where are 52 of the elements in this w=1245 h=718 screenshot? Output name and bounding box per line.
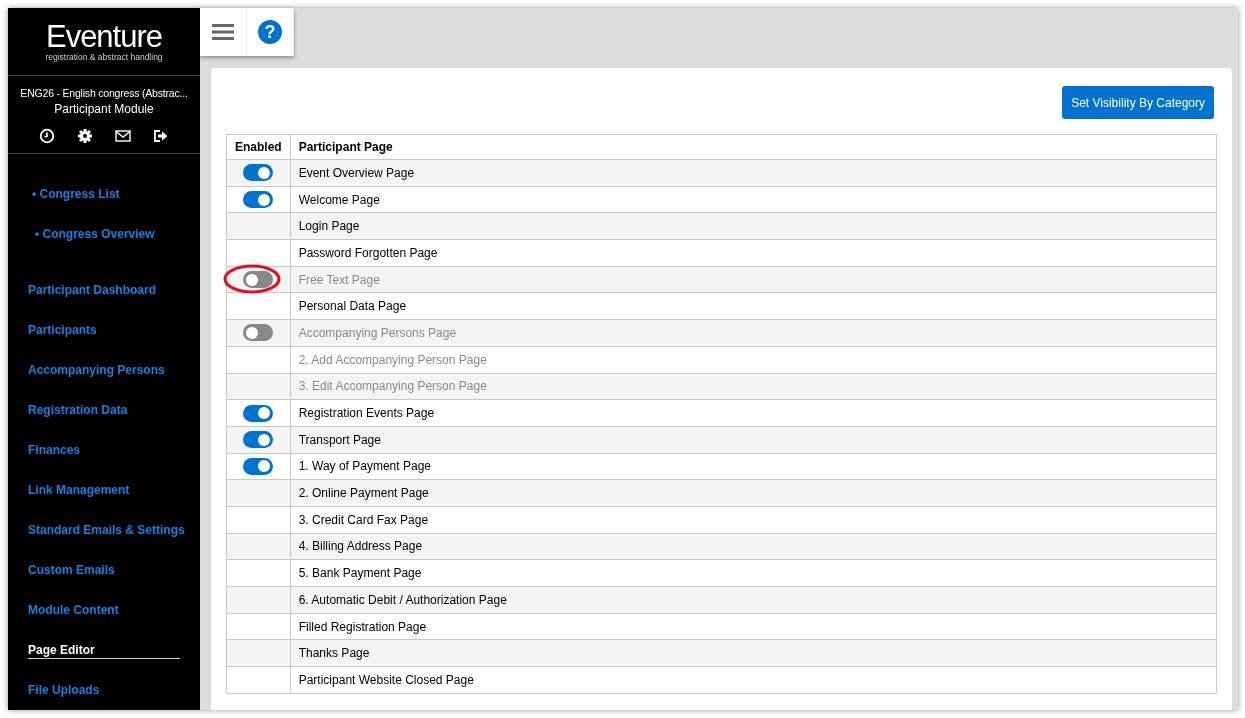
page-name: Registration Events Page [290,399,1217,427]
page-name: 2. Add Accompanying Person Page [290,346,1217,373]
toggle-switch[interactable] [243,404,274,422]
page-name: 4. Billing Address Page [290,533,1217,560]
page-name: Password Forgotten Page [290,239,1217,267]
clock-icon[interactable] [39,128,55,144]
set-visibility-button[interactable]: Set Visibility By Category [1062,86,1214,119]
sidebar-link[interactable]: Finances [8,430,200,470]
page-name: 5. Bank Payment Page [290,559,1217,587]
settings-icon[interactable] [77,128,93,144]
toggle-switch[interactable] [243,431,274,449]
logo-tagline: registration & abstract handling [45,51,163,62]
logout-icon[interactable] [153,128,169,144]
page-name: 2. Online Payment Page [290,479,1217,507]
page-name: Filled Registration Page [290,613,1217,640]
toggle-switch[interactable] [243,164,274,182]
page-name: Accompanying Persons Page [290,319,1217,347]
congress-title: ENG26 - English congress (Abstrac... [19,87,189,99]
column-header: Participant Page [290,134,1217,160]
menu-icon[interactable] [212,23,234,41]
sidebar-link[interactable]: Standard Emails & Settings [8,510,200,550]
page-name: 3. Edit Accompanying Person Page [290,373,1217,400]
page-name: Transport Page [290,426,1217,454]
sidebar-link[interactable]: Module Content [8,590,200,630]
page-name: Free Text Page [290,266,1217,293]
menu-button[interactable] [200,8,247,56]
mail-icon[interactable] [115,128,131,144]
sidebar-link[interactable]: File Uploads [8,670,200,710]
toggle-switch[interactable] [243,457,274,475]
sidebar-link[interactable]: Participant Dashboard [8,270,200,310]
page-name: 1. Way of Payment Page [290,453,1217,480]
sidebar-link[interactable]: Registration Data [8,390,200,430]
page-name: Welcome Page [290,186,1217,213]
sidebar-link[interactable]: Custom Emails [8,550,200,590]
sidebar-link[interactable]: • Congress List [8,174,200,214]
page-name: Personal Data Page [290,292,1217,320]
page-name: Login Page [290,212,1217,240]
page-name: Event Overview Page [290,159,1217,187]
help-button[interactable]: ? [247,8,294,56]
sidebar-link[interactable]: Page Editor [8,630,200,670]
logo-title: Eventure [45,21,163,52]
sidebar-link[interactable]: Link Management [8,470,200,510]
page-name: 3. Credit Card Fax Page [290,506,1217,534]
sidebar-link[interactable]: Participants [8,310,200,350]
toggle-switch[interactable] [243,191,274,209]
page-name: Thanks Page [290,639,1217,667]
sidebar-link[interactable]: Accompanying Persons [8,350,200,390]
page-name: 6. Automatic Debit / Authorization Page [290,586,1217,614]
module-name: Participant Module [53,102,155,116]
sidebar-link[interactable]: • Congress Overview [8,214,200,254]
column-header: Enabled [226,134,291,160]
page-name: Participant Website Closed Page [290,666,1217,694]
